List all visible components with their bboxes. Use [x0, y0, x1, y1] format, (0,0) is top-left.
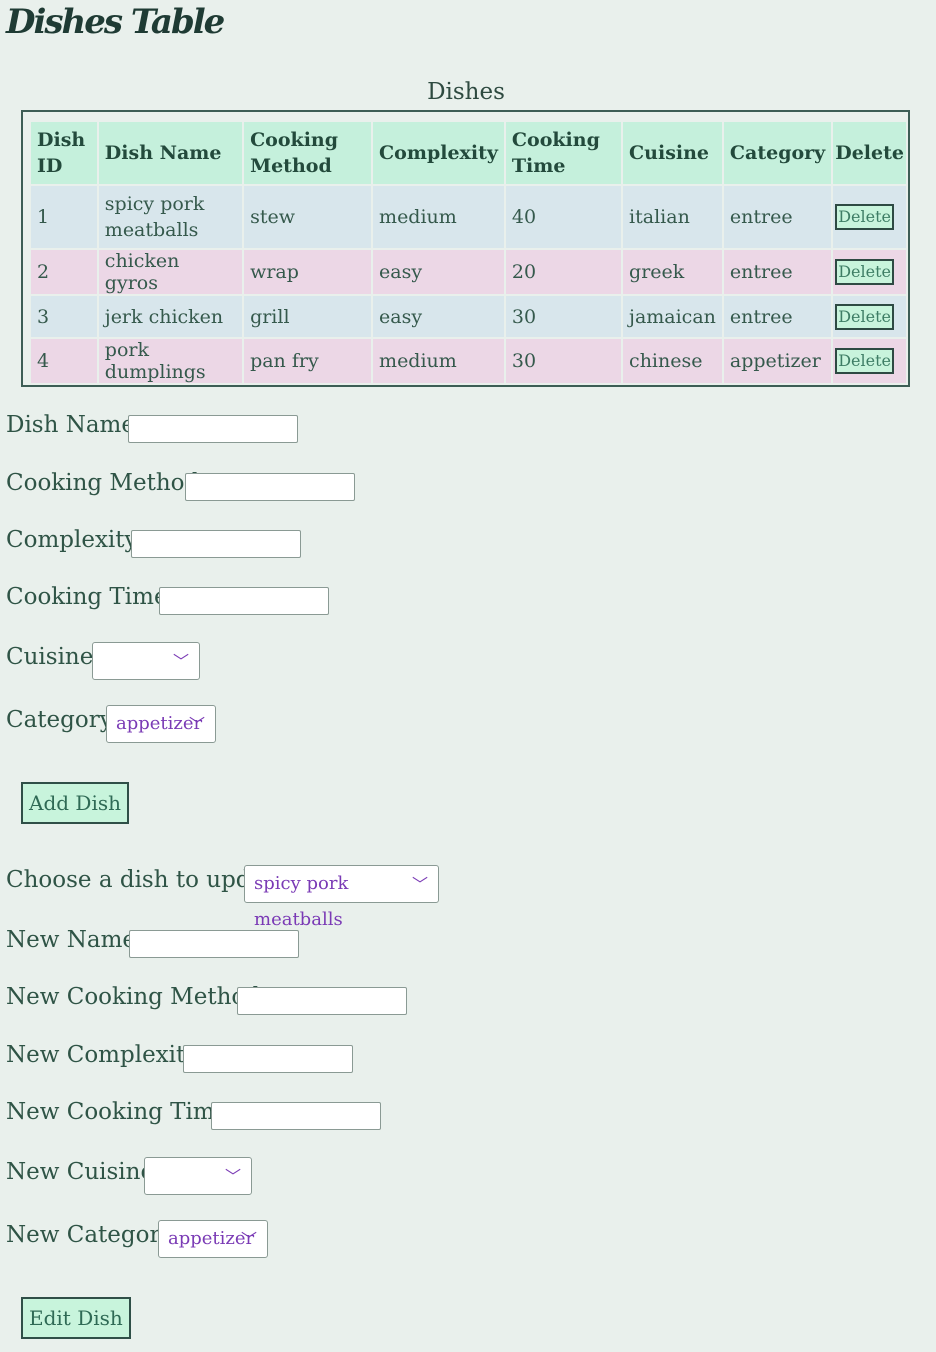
column-header: Cooking Method	[244, 122, 372, 184]
dish-name-input[interactable]	[128, 415, 298, 443]
category-label: Category:	[6, 707, 121, 733]
dish-name-label: Dish Name:	[6, 412, 143, 438]
header-line: Cooking	[250, 129, 339, 151]
column-header: Dish Name	[98, 122, 243, 184]
column-header: Dish ID	[31, 122, 97, 184]
header-line: Category	[729, 142, 826, 164]
delete-button[interactable]: Delete	[835, 204, 894, 230]
header-line: Dish	[37, 129, 86, 151]
cuisine-select[interactable]: ﹀	[92, 642, 200, 680]
cell-cuisine: chinese	[623, 339, 722, 383]
cuisine-label: Cuisine:	[6, 644, 102, 670]
header-line: Delete	[835, 142, 904, 164]
cell-complexity: easy	[373, 296, 504, 337]
cell-name: chicken gyros	[98, 250, 243, 294]
header-line: Method	[250, 155, 332, 177]
cell-name: spicy pork meatballs	[98, 186, 243, 248]
new-complexity-input[interactable]	[183, 1045, 353, 1073]
table-row: 2 chicken gyros wrap easy 20 greek entre…	[31, 250, 906, 294]
column-header: Delete	[833, 122, 906, 184]
header-line: Dish Name	[104, 142, 222, 164]
chevron-down-icon: ﹀	[411, 875, 428, 894]
dishes-table: Dish ID Dish Name Cooking Method Complexit…	[29, 120, 908, 385]
table-row: 1 spicy pork meatballs stew medium 40 it…	[31, 186, 906, 248]
header-line: ID	[37, 155, 63, 177]
cell-category: entree	[723, 250, 832, 294]
cell-id: 1	[31, 186, 97, 248]
table-row: 4 pork dumplings pan fry medium 30 chine…	[31, 339, 906, 383]
new-complexity-label: New Complexity:	[6, 1042, 206, 1068]
cell-complexity: medium	[373, 339, 504, 383]
table-row: 3 jerk chicken grill easy 30 jamaican en…	[31, 296, 906, 337]
chevron-down-icon: ﹀	[172, 652, 189, 671]
new-name-input[interactable]	[129, 930, 299, 958]
cell-method: stew	[244, 186, 372, 248]
cell-category: appetizer	[723, 339, 832, 383]
chevron-down-icon: ﹀	[240, 1230, 257, 1249]
cell-name: pork dumplings	[98, 339, 243, 383]
cell-method: wrap	[244, 250, 372, 294]
column-header: Complexity	[373, 122, 504, 184]
cell-id: 3	[31, 296, 97, 337]
new-cooking-time-input[interactable]	[211, 1102, 381, 1130]
header-line: Complexity	[379, 142, 498, 164]
delete-button[interactable]: Delete	[835, 303, 894, 330]
new-name-label: New Name:	[6, 927, 144, 953]
cell-id: 4	[31, 339, 97, 383]
header-line: Cooking	[511, 129, 600, 151]
chevron-down-icon: ﹀	[224, 1167, 241, 1186]
new-category-label: New Category:	[6, 1222, 182, 1248]
category-select[interactable]: appetizer ﹀	[106, 705, 216, 743]
cell-delete: Delete	[833, 339, 906, 383]
column-header: Cooking Time	[505, 122, 622, 184]
page: Dishes Table Dishes Dish ID Dish Name Coo…	[0, 0, 936, 1352]
table-header-row: Dish ID Dish Name Cooking Method Complexit…	[31, 122, 906, 184]
new-cooking-method-input[interactable]	[237, 987, 407, 1015]
dishes-table-frame: Dish ID Dish Name Cooking Method Complexit…	[21, 110, 910, 387]
cell-delete: Delete	[833, 296, 906, 337]
column-header: Cuisine	[623, 122, 722, 184]
cell-time: 30	[505, 339, 622, 383]
cell-time: 40	[505, 186, 622, 248]
new-cuisine-select[interactable]: ﹀	[144, 1157, 252, 1195]
add-dish-button[interactable]: Add Dish	[21, 782, 129, 824]
cell-category: entree	[723, 186, 832, 248]
cell-method: grill	[244, 296, 372, 337]
cell-delete: Delete	[833, 250, 906, 294]
choose-dish-select[interactable]: spicy pork meatballs ﹀	[244, 865, 439, 930]
delete-button[interactable]: Delete	[835, 348, 894, 374]
cell-method: pan fry	[244, 339, 372, 383]
cell-cuisine: italian	[623, 186, 722, 248]
cooking-method-input[interactable]	[185, 473, 355, 501]
cell-category: entree	[723, 296, 832, 337]
cell-id: 2	[31, 250, 97, 294]
choose-dish-select-value: spicy pork meatballs	[254, 873, 349, 930]
cell-cuisine: greek	[623, 250, 722, 294]
chevron-down-icon: ﹀	[188, 715, 205, 734]
delete-button[interactable]: Delete	[835, 259, 894, 285]
new-cuisine-label: New Cuisine:	[6, 1159, 162, 1185]
cooking-time-label: Cooking Time:	[6, 584, 176, 610]
complexity-input[interactable]	[131, 530, 301, 558]
column-header: Category	[723, 122, 832, 184]
cooking-time-input[interactable]	[159, 587, 329, 615]
cell-delete: Delete	[833, 186, 906, 248]
header-line: Cuisine	[629, 142, 710, 164]
table-caption: Dishes	[427, 79, 505, 105]
cell-complexity: easy	[373, 250, 504, 294]
complexity-label: Complexity:	[6, 527, 146, 553]
edit-dish-button[interactable]: Edit Dish	[21, 1297, 131, 1339]
header-line: Time	[511, 155, 566, 177]
new-category-select[interactable]: appetizer ﹀	[158, 1220, 268, 1258]
cell-time: 20	[505, 250, 622, 294]
page-title: Dishes Table	[6, 2, 225, 42]
new-cooking-method-label: New Cooking Method:	[6, 984, 268, 1010]
cell-name: jerk chicken	[98, 296, 243, 337]
cell-complexity: medium	[373, 186, 504, 248]
cooking-method-label: Cooking Method:	[6, 470, 207, 496]
cell-time: 30	[505, 296, 622, 337]
new-cooking-time-label: New Cooking Time:	[6, 1099, 237, 1125]
cell-cuisine: jamaican	[623, 296, 722, 337]
